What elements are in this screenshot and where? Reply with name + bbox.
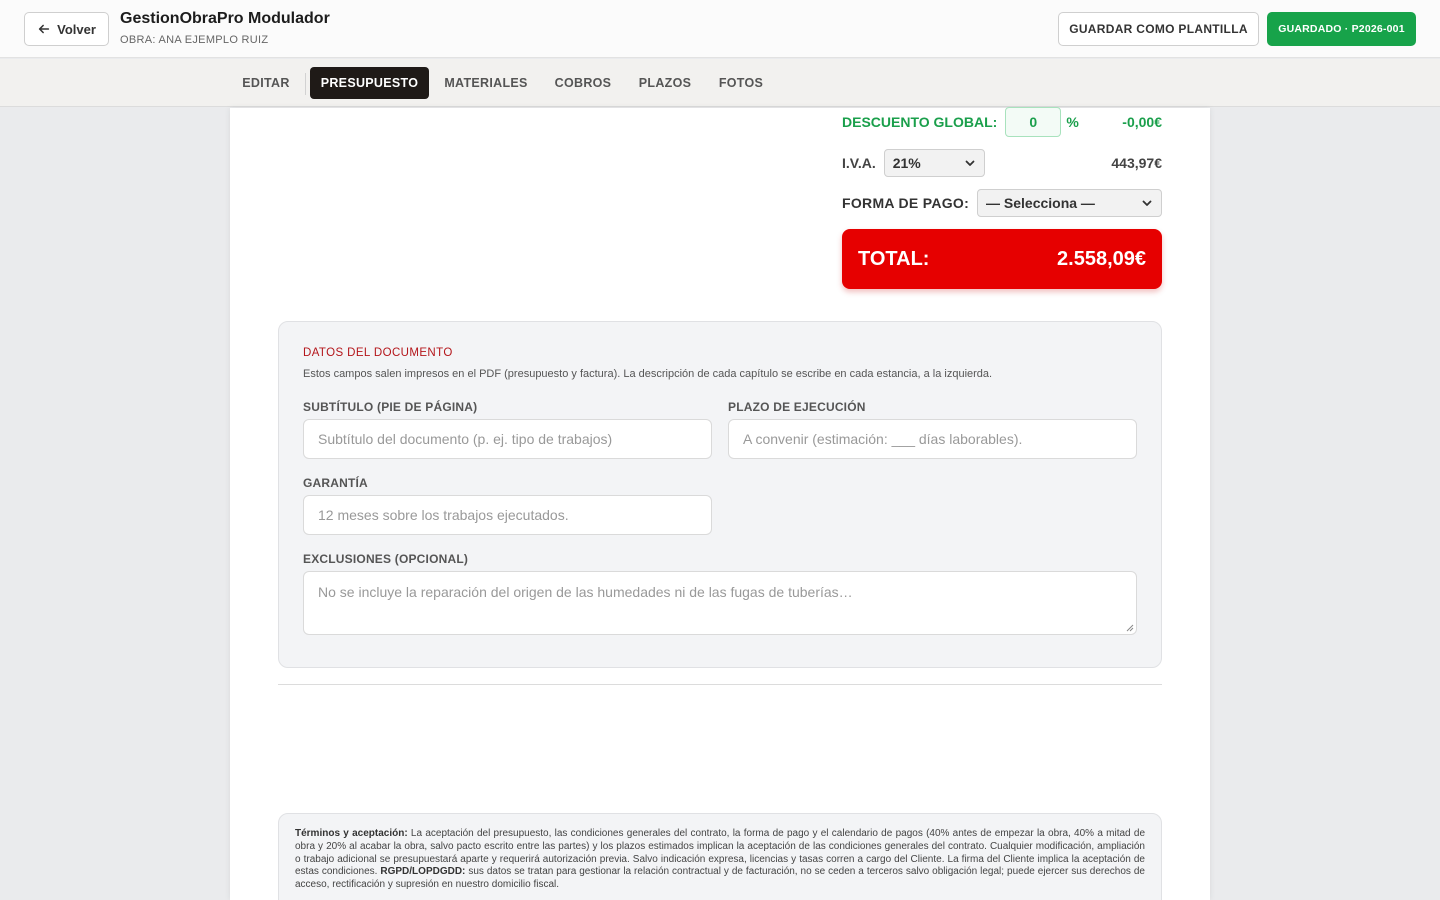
exclusions-field-label: EXCLUSIONES (OPCIONAL) (303, 552, 469, 566)
back-button-label: Volver (57, 21, 96, 37)
discount-input[interactable]: 0 (1005, 107, 1062, 137)
subtitle-field-label: SUBTÍTULO (PIE DE PÁGINA) (303, 400, 478, 414)
project-subtitle: OBRA: ANA EJEMPLO RUIZ (120, 34, 269, 46)
terms-box: Términos y aceptación: La aceptación del… (278, 813, 1162, 900)
deadline-input[interactable]: A convenir (estimación: ___ días laborab… (728, 419, 1137, 459)
iva-select-value: 21% (892, 155, 921, 171)
tab-presupuesto[interactable]: PRESUPUESTO (310, 67, 429, 99)
warranty-field-label: GARANTÍA (303, 476, 368, 490)
payment-select[interactable]: — Selecciona — (977, 189, 1162, 217)
payment-label: FORMA DE PAGO: (842, 195, 970, 211)
warranty-input[interactable]: 12 meses sobre los trabajos ejecutados. (303, 495, 712, 535)
total-value: 2.558,09€ (1057, 247, 1146, 270)
discount-amount: -0,00€ (1122, 114, 1162, 130)
resize-handle-icon[interactable] (1126, 624, 1134, 632)
saved-status-button[interactable]: GUARDADO · P2026-001 (1267, 12, 1416, 46)
chevron-down-icon (965, 160, 975, 166)
arrow-left-icon (38, 24, 50, 34)
tab-plazos[interactable]: PLAZOS (630, 67, 700, 99)
budget-page: DESCUENTO GLOBAL: 0 % -0,00€ I.V.A. 21% … (230, 107, 1210, 900)
tab-materiales[interactable]: MATERIALES (437, 67, 535, 99)
tab-cobros[interactable]: COBROS (545, 67, 621, 99)
deadline-field-label: PLAZO DE EJECUCIÓN (728, 400, 866, 414)
discount-row: DESCUENTO GLOBAL: 0 % -0,00€ (842, 107, 1162, 137)
top-header: Volver GestionObraPro Modulador OBRA: AN… (0, 0, 1440, 58)
section-description: Estos campos salen impresos en el PDF (p… (303, 368, 993, 380)
discount-label: DESCUENTO GLOBAL: (842, 114, 998, 130)
exclusions-textarea[interactable]: No se incluye la reparación del origen d… (303, 571, 1137, 635)
iva-row: I.V.A. 21% 443,97€ (842, 149, 1162, 177)
back-button[interactable]: Volver (24, 12, 109, 46)
section-divider (278, 684, 1162, 685)
save-as-template-button[interactable]: GUARDAR COMO PLANTILLA (1058, 12, 1259, 46)
iva-amount: 443,97€ (1111, 155, 1162, 171)
tab-divider (305, 73, 306, 95)
gdpr-heading: RGPD/LOPDGDD: (380, 866, 466, 878)
payment-row: FORMA DE PAGO: — Selecciona — (842, 189, 1162, 217)
total-label: TOTAL: (858, 247, 930, 270)
tab-fotos[interactable]: FOTOS (710, 67, 772, 99)
iva-label: I.V.A. (842, 155, 876, 171)
total-box: TOTAL: 2.558,09€ (842, 229, 1162, 289)
document-data-section: DATOS DEL DOCUMENTO Estos campos salen i… (278, 321, 1162, 668)
app-title: GestionObraPro Modulador (120, 10, 330, 27)
section-title: DATOS DEL DOCUMENTO (303, 347, 453, 359)
tab-editar[interactable]: EDITAR (230, 67, 302, 99)
payment-select-value: — Selecciona — (986, 195, 1095, 211)
chevron-down-icon (1142, 200, 1152, 206)
tab-bar: EDITAR PRESUPUESTO MATERIALES COBROS PLA… (0, 59, 1440, 107)
terms-heading: Términos y aceptación: (295, 828, 408, 839)
exclusions-placeholder: No se incluye la reparación del origen d… (318, 584, 853, 600)
iva-select[interactable]: 21% (883, 149, 985, 177)
subtitle-input[interactable]: Subtítulo del documento (p. ej. tipo de … (303, 419, 712, 459)
discount-unit: % (1066, 114, 1079, 130)
